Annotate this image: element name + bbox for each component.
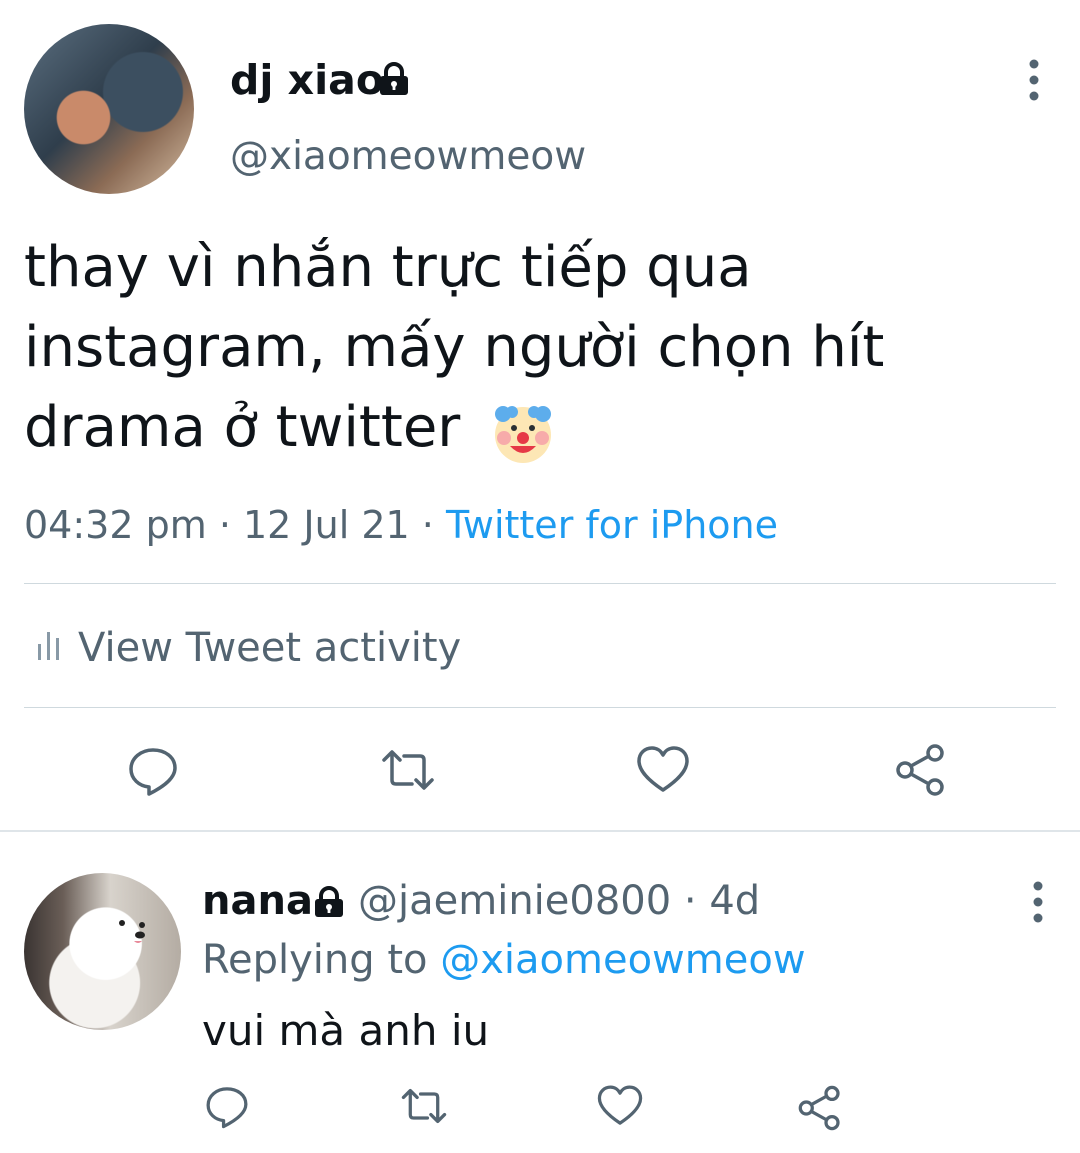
reply-reply-button[interactable] [203, 1082, 251, 1130]
view-tweet-activity-link[interactable]: View Tweet activity [78, 620, 461, 676]
author-name[interactable]: dj xiao [230, 52, 384, 108]
retweet-icon [382, 750, 434, 790]
lock-icon [380, 62, 408, 95]
heart-icon [597, 1085, 643, 1125]
reply-share-button[interactable] [796, 1084, 844, 1132]
tweet-source-link[interactable]: Twitter for iPhone [446, 503, 778, 547]
lock-icon [315, 886, 343, 917]
author-handle[interactable]: @xiaomeowmeow [230, 130, 586, 184]
reply-like-button[interactable] [596, 1082, 644, 1130]
bar-chart-icon [38, 632, 59, 660]
replying-to: Replying to @xiaomeowmeow [202, 932, 806, 988]
reply-text: vui mà anh iu [202, 1006, 490, 1055]
meta-separator: · [671, 878, 710, 924]
reply-author-name-wrap: nana [202, 873, 313, 929]
reply-retweet-button[interactable] [400, 1082, 448, 1130]
reply-button[interactable] [125, 742, 181, 798]
like-button[interactable] [635, 742, 691, 798]
tweet-time: 04:32 pm [24, 503, 207, 547]
divider [24, 583, 1056, 584]
tweet-meta: 04:32 pm · 12 Jul 21 · Twitter for iPhon… [24, 498, 778, 552]
section-divider [0, 830, 1080, 832]
meta-separator: · [409, 503, 446, 547]
author-avatar[interactable] [24, 24, 194, 194]
replying-to-mention[interactable]: @xiaomeowmeow [440, 937, 805, 983]
more-vertical-icon[interactable] [1024, 880, 1052, 924]
clown-face-emoji-icon [495, 406, 551, 463]
reply-author-avatar[interactable] [24, 873, 181, 1030]
heart-icon [637, 746, 689, 792]
retweet-button[interactable] [380, 742, 436, 798]
replying-to-prefix: Replying to [202, 937, 441, 983]
retweet-icon [401, 1088, 447, 1124]
share-icon [798, 1085, 840, 1131]
reply-meta: @jaeminie0800 · 4d [358, 873, 760, 929]
reply-author-handle[interactable]: @jaeminie0800 [358, 878, 671, 924]
more-vertical-icon[interactable] [1020, 58, 1048, 102]
divider [24, 707, 1056, 708]
reply-age: 4d [709, 878, 761, 924]
dog-face-detail [119, 920, 145, 943]
meta-separator: · [206, 503, 243, 547]
share-icon [896, 744, 944, 796]
tweet-date: 12 Jul 21 [242, 503, 410, 547]
share-button[interactable] [893, 742, 949, 798]
reply-icon [206, 1087, 248, 1129]
reply-icon [129, 748, 177, 796]
reply-author-name[interactable]: nana [202, 878, 313, 924]
